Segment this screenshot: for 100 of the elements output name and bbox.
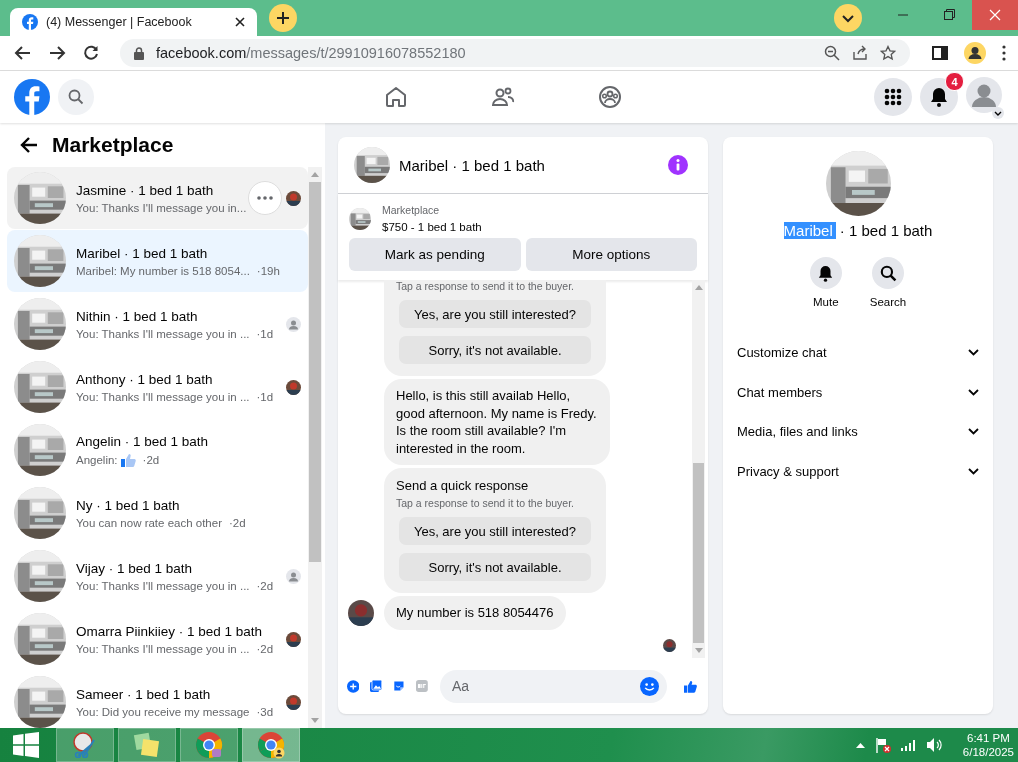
profile-avatar-icon[interactable] <box>964 42 986 64</box>
notification-badge: 4 <box>945 72 964 91</box>
message-preview: Angelin: <box>76 453 118 466</box>
conversation-name: Sameer · 1 bed 1 bath <box>76 686 212 702</box>
search-icon <box>879 264 897 282</box>
quick-response-title: Send a quick response <box>396 478 529 493</box>
notifications-button[interactable] <box>920 78 958 116</box>
flag-icon[interactable] <box>874 737 891 753</box>
facebook-logo-icon[interactable] <box>14 79 50 115</box>
close-icon[interactable] <box>235 17 245 27</box>
home-icon[interactable] <box>384 85 408 109</box>
lock-icon <box>134 46 144 60</box>
menu-icon[interactable] <box>1002 45 1006 61</box>
group-icon[interactable] <box>598 85 622 109</box>
forward-icon[interactable] <box>48 44 66 62</box>
action-button[interactable]: More options <box>525 238 697 271</box>
clock-date[interactable]: 6/18/2025 <box>962 745 1014 759</box>
message-time: ·2d <box>256 642 274 655</box>
menu-button[interactable] <box>874 78 912 116</box>
taskbar-app[interactable] <box>242 728 300 762</box>
message-time: ·2d <box>256 579 274 592</box>
scrollbar[interactable] <box>308 167 322 728</box>
section-header[interactable]: Privacy & support <box>737 451 979 491</box>
sticky-notes-icon <box>133 732 161 758</box>
browser-tab[interactable]: (4) Messenger | Facebook <box>10 8 257 36</box>
conversation-name: Jasmine · 1 bed 1 bath <box>76 182 215 198</box>
taskbar-app[interactable] <box>56 728 114 762</box>
action-button[interactable]: Mark as pending <box>349 238 521 271</box>
message-preview: You: Thanks I'll message you in ... <box>76 390 250 403</box>
conversation-item[interactable]: Anthony · 1 bed 1 bath You: Thanks I'll message you in ... ·1d <box>7 356 308 418</box>
side-panel-icon[interactable] <box>932 45 948 61</box>
tab-search-button[interactable] <box>834 4 862 32</box>
conversation-item[interactable]: Ny · 1 bed 1 bath You can now rate each other ·2d <box>7 482 308 544</box>
bell-icon <box>930 87 948 107</box>
conversation-name: Anthony · 1 bed 1 bath <box>76 371 214 387</box>
quick-reply-button[interactable]: Sorry, it's not available. <box>399 553 591 581</box>
volume-icon[interactable] <box>926 738 943 752</box>
quick-response-hint: Tap a response to send it to the buyer. <box>396 280 575 292</box>
message-bubble: My number is 518 8054476 <box>384 596 566 630</box>
section-header[interactable]: Media, files and links <box>737 412 979 452</box>
contact-name: Maribel <box>783 222 836 239</box>
message-input[interactable]: Aa <box>439 669 667 703</box>
message-preview: You: Thanks I'll message you in ... <box>76 642 250 655</box>
conversation-item[interactable]: Nithin · 1 bed 1 bath You: Thanks I'll message you in ... ·1d <box>7 293 308 355</box>
scissors-icon <box>72 732 98 758</box>
grid-icon <box>884 88 902 106</box>
conversation-item[interactable]: Angelin · 1 bed 1 bath Angelin: ·2d <box>7 419 308 481</box>
section-header[interactable]: Customize chat <box>737 333 979 373</box>
facebook-logo-icon <box>22 14 38 30</box>
person-icon <box>286 568 301 584</box>
message-preview: You: Did you receive my message <box>76 705 250 718</box>
new-tab-button[interactable] <box>269 4 297 32</box>
contact-subtitle: · 1 bed 1 bath <box>839 222 933 239</box>
conversation-item[interactable]: Sameer · 1 bed 1 bath You: Did you receive my message ·3d <box>7 671 308 728</box>
share-icon[interactable] <box>852 45 868 61</box>
conversation-name: Angelin · 1 bed 1 bath <box>76 433 210 449</box>
quick-reply-button[interactable]: Yes, are you still interested? <box>399 517 591 545</box>
section-header[interactable]: Chat members <box>737 372 979 412</box>
mute-button[interactable] <box>809 257 842 289</box>
message-time: ·2d <box>229 516 246 529</box>
people-icon[interactable] <box>491 85 515 109</box>
caret-up-icon[interactable] <box>855 742 865 748</box>
message-time: ·3d <box>256 705 274 718</box>
listing-label: Marketplace <box>382 204 441 216</box>
quick-response-hint: Tap a response to send it to the buyer. <box>396 497 575 509</box>
search-button[interactable] <box>872 257 904 289</box>
star-icon[interactable] <box>880 45 896 61</box>
url-text: facebook.com/messages/t/29910916078552180 <box>156 45 466 61</box>
search-icon <box>68 89 84 105</box>
scrollbar[interactable] <box>692 280 705 658</box>
caret-icon[interactable] <box>992 107 1004 119</box>
message-bubble: Hello, is this still availab Hello, good afternoon. My name is Fredy. Is the room still available? I'm interested in the room. <box>384 379 610 465</box>
back-icon[interactable] <box>14 44 32 62</box>
message-preview: You: Thanks I'll message you in ... <box>76 579 250 592</box>
clock-time[interactable]: 6:41 PM <box>967 731 1010 745</box>
image-icon[interactable] <box>370 677 383 695</box>
message-time: ·19h <box>256 264 280 277</box>
quick-reply-button[interactable]: Sorry, it's not available. <box>399 336 591 364</box>
zoom-out-icon[interactable] <box>824 45 840 61</box>
reload-icon[interactable] <box>82 44 100 62</box>
person-icon <box>286 316 301 332</box>
listing-title: $750 - 1 bed 1 bath <box>382 221 482 233</box>
back-arrow-icon[interactable] <box>20 137 38 153</box>
conversation-item[interactable]: Vijay · 1 bed 1 bath You: Thanks I'll message you in ... ·2d <box>7 545 308 607</box>
conversation-item[interactable]: Jasmine · 1 bed 1 bath You: Thanks I'll message you in... <box>7 167 308 229</box>
info-icon[interactable] <box>668 155 688 175</box>
chrome-icon <box>195 731 223 759</box>
taskbar-app[interactable] <box>180 728 238 762</box>
address-bar[interactable]: facebook.com/messages/t/29910916078552180 <box>120 39 910 67</box>
bell-icon <box>818 264 834 282</box>
signal-icon[interactable] <box>900 739 917 751</box>
more-options-button[interactable] <box>248 181 282 215</box>
message-preview: You: Thanks I'll message you in ... <box>76 327 250 340</box>
quick-reply-button[interactable]: Yes, are you still interested? <box>399 300 591 328</box>
emoji-icon[interactable] <box>639 676 659 696</box>
start-button[interactable] <box>13 732 39 758</box>
conversation-item[interactable]: Omarra Piinkiiey · 1 bed 1 bath You: Thanks I'll message you in ... ·2d <box>7 608 308 670</box>
chrome-icon <box>257 731 285 759</box>
chat-title: Maribel · 1 bed 1 bath <box>399 156 545 174</box>
conversation-item[interactable]: Maribel · 1 bed 1 bath Maribel: My number is 518 8054... ·19h <box>7 230 308 292</box>
